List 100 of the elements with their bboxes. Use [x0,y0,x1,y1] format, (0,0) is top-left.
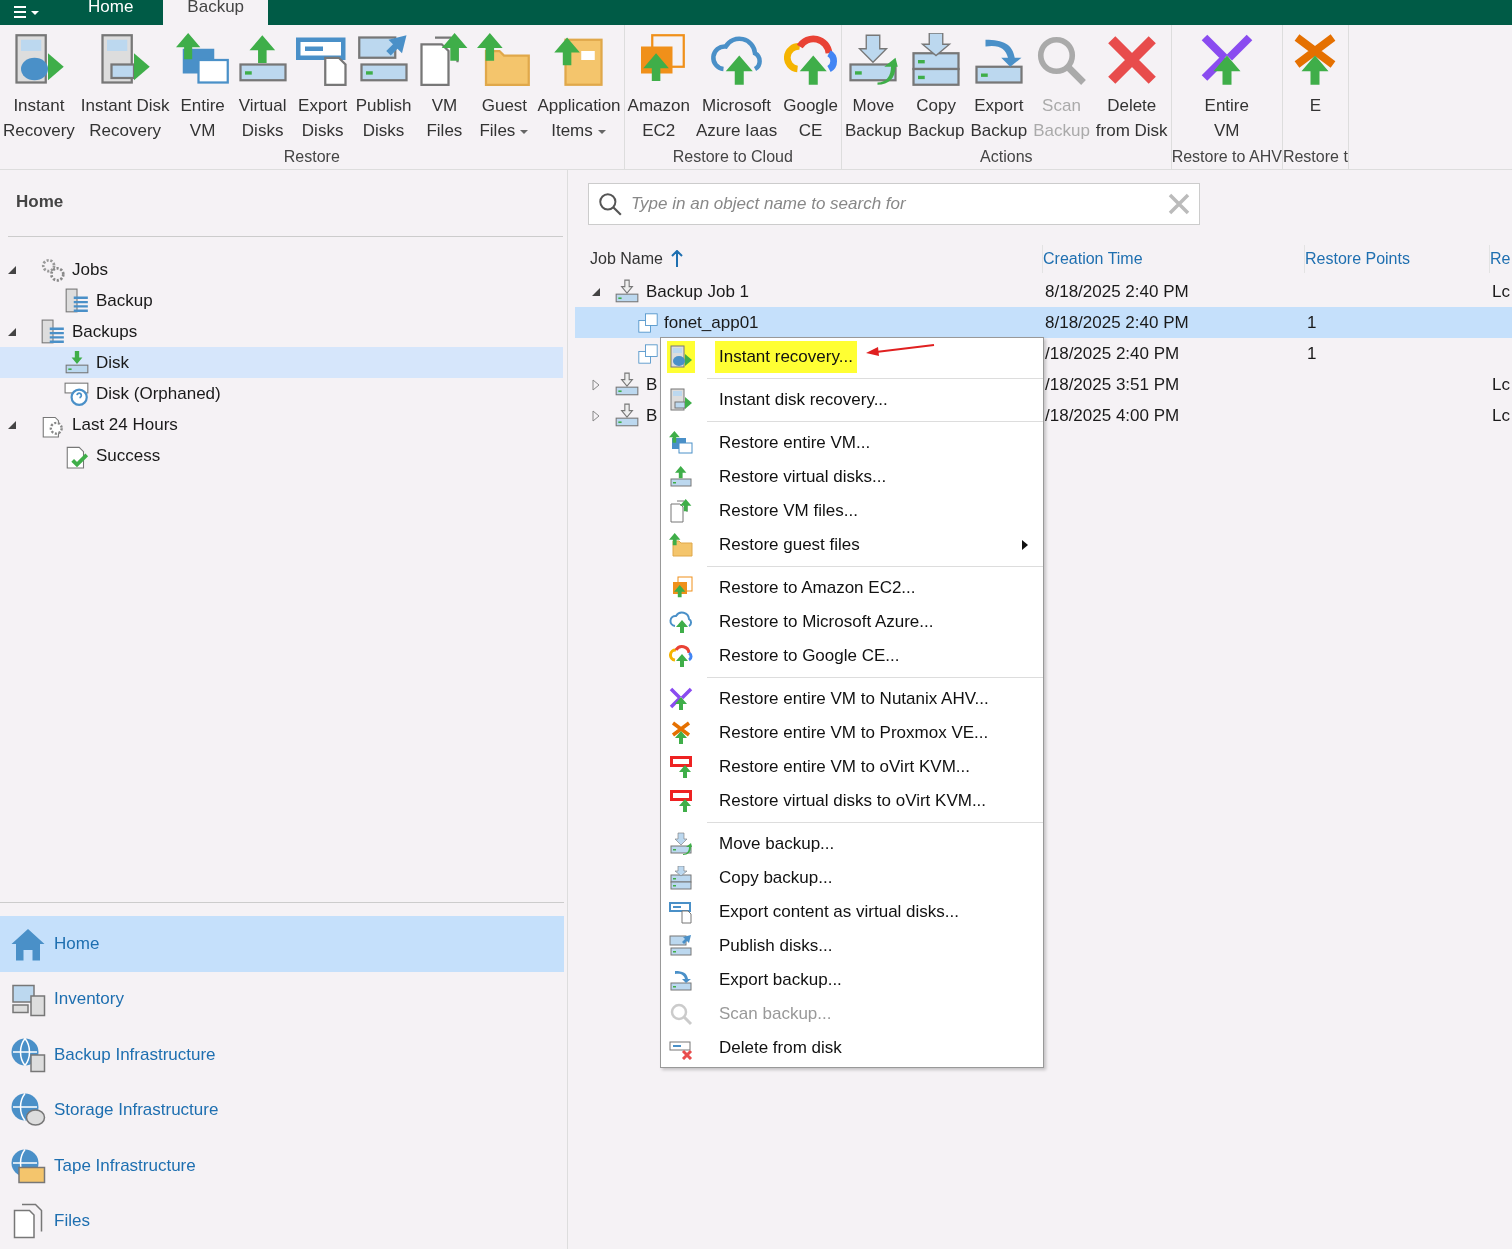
disk-upload-icon [669,465,693,489]
ribbon-button[interactable]: Entire VM [172,33,233,148]
menu-item[interactable]: Restore entire VM to oVirt KVM... [661,750,1043,784]
group-label: Restore t [1282,148,1348,166]
folder-upload-icon [477,33,532,87]
table-cell-text: Lc [1492,281,1511,302]
menu-item[interactable]: Restore guest files [661,528,1043,562]
nav-item[interactable]: Files [0,1193,564,1249]
tree-item[interactable]: Backups [0,316,563,347]
menu-item[interactable]: Restore entire VM to Proxmox VE... [661,716,1043,750]
menu-icon [14,5,42,20]
tree-item[interactable]: Disk [0,347,563,378]
monitor-upload-icon [669,431,693,455]
ribbon-button[interactable]: Instant Recovery [0,33,78,148]
menu-item[interactable]: Copy backup... [661,861,1043,895]
menu-item[interactable]: Restore to Microsoft Azure... [661,605,1043,639]
tree-item[interactable]: Backup [0,285,563,316]
column-header[interactable]: Re [1490,245,1512,273]
menu-item[interactable]: Restore VM files... [661,494,1043,528]
server-list-icon [64,287,90,314]
x-upload-icon [669,721,693,745]
ribbon-tab[interactable]: Backup [163,0,269,25]
menu-item[interactable]: Publish disks... [661,929,1043,963]
server-play-icon [669,388,693,412]
menu-item[interactable]: Export content as virtual disks... [661,895,1043,929]
menu-item[interactable]: Restore entire VM... [661,426,1043,460]
group-label: Actions [980,148,1033,166]
column-header[interactable]: Creation Time [1043,245,1305,273]
disk-copy-icon [669,866,693,890]
kvm-upload-icon [669,755,693,779]
magnifier-icon [669,1002,693,1026]
column-header[interactable]: Job Name [590,245,1043,273]
ribbon-button[interactable]: Instant Disk Recovery [77,33,173,148]
nav-item[interactable]: Backup Infrastructure [0,1027,564,1083]
group-label: Restore [283,148,340,166]
ribbon-button[interactable]: Google CE [780,33,842,148]
server-play-icon [669,345,693,369]
folder-upload-icon [669,533,693,557]
ribbon-button[interactable]: Publish Disks [352,33,415,148]
table-cell-text: Lc [1492,405,1511,426]
disk-question-icon [64,380,90,407]
table-cell: B [646,374,658,395]
ribbon-button[interactable]: Delete from Disk [1092,33,1171,148]
table-cell-text: /18/2025 3:51 PM [1045,374,1181,395]
menu-item[interactable]: Delete from disk [661,1031,1043,1065]
tree-item[interactable]: Success [0,440,563,471]
ribbon-button[interactable]: Guest Files [474,33,535,148]
cloud-upload-icon [783,33,838,87]
nav-item[interactable]: Tape Infrastructure [0,1138,564,1194]
close-icon [1167,192,1191,216]
menu-item[interactable]: Export backup... [661,963,1043,997]
disk-download-icon [64,349,90,376]
table-cell-text: 8/18/2025 2:40 PM [1045,312,1190,333]
tree-item[interactable]: Last 24 Hours [0,409,563,440]
disk-move-icon [669,832,693,856]
menu-item[interactable]: Instant recovery... [661,340,1043,374]
table-cell-text: 1 [1307,343,1318,364]
menu-item[interactable]: Instant disk recovery... [661,383,1043,417]
ribbon-button[interactable]: Application Items [534,33,624,148]
tree-item[interactable]: Disk (Orphaned) [0,378,563,409]
ribbon-button[interactable]: Export Backup [967,33,1031,148]
table-cell-text: /18/2025 4:00 PM [1045,405,1181,426]
nav-item[interactable]: Inventory [0,971,564,1027]
column-header[interactable]: Restore Points [1305,245,1490,273]
menu-item[interactable]: Restore virtual disks... [661,460,1043,494]
search-input[interactable]: Type in an object name to search for [629,193,1161,215]
ribbon-button[interactable]: E [1285,33,1346,148]
globe-tape-icon [10,1147,46,1184]
nav-item[interactable]: Storage Infrastructure [0,1082,564,1138]
annotation-arrow [864,343,936,359]
ribbon-button[interactable]: Amazon EC2 [624,33,693,148]
ribbon-button[interactable]: Move Backup [842,33,905,148]
menu-item[interactable]: Restore to Google CE... [661,639,1043,673]
disk-export-icon [669,968,693,992]
globe-server-icon [10,1036,46,1073]
search-field[interactable]: Type in an object name to search for [588,183,1200,225]
menu-item[interactable]: Restore entire VM to Nutanix AHV... [661,682,1043,716]
pane-title: Home [8,170,563,237]
nav-item[interactable]: Home [0,916,564,972]
ribbon-button[interactable]: Copy Backup [904,33,968,148]
kvm-upload-icon [669,789,693,813]
tree-item[interactable]: Jobs [0,254,563,285]
ribbon-button[interactable]: Microsoft Azure Iaas [692,33,781,148]
disk-arrow-icon [669,934,693,958]
table-cell-text: /18/2025 2:40 PM [1045,343,1181,364]
x-upload-icon [1199,33,1254,87]
ribbon-button[interactable]: Entire VM [1196,33,1257,148]
ribbon-tab[interactable]: Home [64,0,158,25]
ribbon-button[interactable]: Virtual Disks [232,33,293,148]
table-cell: Backup Job 1 [646,281,749,302]
ribbon-button[interactable]: Export Disks [292,33,353,148]
table-cell-text: Lc [1492,374,1511,395]
menu-item[interactable]: Move backup... [661,827,1043,861]
gears-icon [40,256,66,283]
ribbon-button[interactable]: VM Files [414,33,475,148]
menu-item[interactable]: Restore to Amazon EC2... [661,571,1043,605]
menu-item[interactable]: Restore virtual disks to oVirt KVM... [661,784,1043,818]
x-upload-icon [669,687,693,711]
files-upload-icon [669,499,693,523]
table-row[interactable]: fonet_app01 8/18/2025 2:40 PM 1 [575,307,1512,338]
